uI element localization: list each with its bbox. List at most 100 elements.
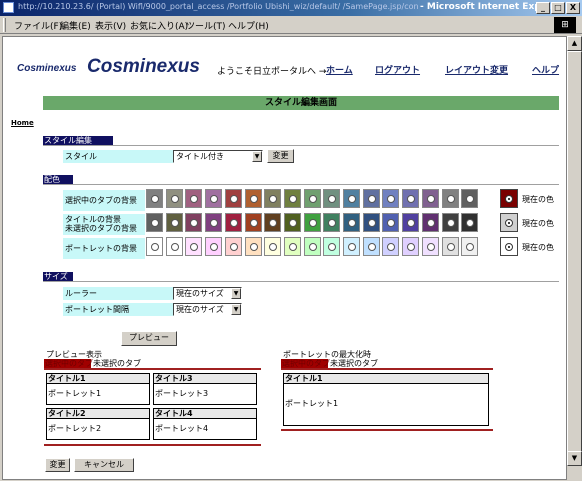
color-swatch[interactable]: [441, 237, 459, 256]
radio-button[interactable]: [229, 243, 238, 251]
radio-button-selected[interactable]: [505, 195, 513, 203]
close-button[interactable]: X: [566, 2, 580, 14]
radio-button[interactable]: [229, 219, 238, 227]
color-swatch[interactable]: [146, 237, 163, 256]
radio-button[interactable]: [288, 219, 297, 227]
radio-button[interactable]: [367, 195, 376, 203]
radio-button[interactable]: [367, 243, 376, 251]
resize-grip[interactable]: [567, 466, 582, 481]
color-swatch[interactable]: [165, 237, 183, 256]
menu-edit[interactable]: 編集(E): [60, 19, 91, 32]
color-swatch[interactable]: [146, 189, 163, 208]
radio-button[interactable]: [210, 195, 219, 203]
radio-button[interactable]: [348, 195, 356, 203]
color-swatch[interactable]: [421, 189, 439, 208]
radio-button[interactable]: [170, 219, 179, 227]
radio-button[interactable]: [288, 195, 297, 203]
radio-button[interactable]: [426, 219, 435, 227]
radio-button[interactable]: [407, 195, 416, 203]
color-swatch[interactable]: [441, 189, 459, 208]
radio-button[interactable]: [328, 243, 337, 251]
color-swatch[interactable]: [362, 237, 380, 256]
color-swatch[interactable]: [323, 237, 341, 256]
color-swatch[interactable]: [264, 237, 282, 256]
radio-button[interactable]: [387, 219, 396, 227]
color-swatch[interactable]: [224, 189, 242, 208]
radio-button[interactable]: [426, 243, 435, 251]
radio-button[interactable]: [466, 195, 475, 203]
color-swatch[interactable]: [205, 237, 223, 256]
radio-button[interactable]: [190, 195, 199, 203]
radio-button[interactable]: [151, 219, 159, 227]
menu-tools[interactable]: ツール(T): [186, 19, 226, 32]
color-swatch[interactable]: [185, 213, 203, 232]
radio-button[interactable]: [446, 195, 455, 203]
radio-button[interactable]: [426, 195, 435, 203]
style-change-button[interactable]: 変更: [267, 149, 294, 163]
menu-help[interactable]: ヘルプ(H): [228, 19, 269, 32]
color-swatch[interactable]: [382, 189, 400, 208]
color-swatch[interactable]: [205, 213, 223, 232]
radio-button[interactable]: [308, 195, 317, 203]
menu-favorites[interactable]: お気に入り(A): [130, 19, 188, 32]
color-swatch[interactable]: [185, 189, 203, 208]
color-swatch[interactable]: [362, 213, 380, 232]
layout-change-link[interactable]: レイアウト変更: [445, 63, 508, 76]
color-swatch[interactable]: [461, 189, 479, 208]
color-swatch[interactable]: [402, 237, 420, 256]
color-swatch[interactable]: [441, 213, 459, 232]
radio-button[interactable]: [190, 243, 199, 251]
color-swatch[interactable]: [283, 237, 301, 256]
color-swatch[interactable]: [283, 189, 301, 208]
color-swatch[interactable]: [303, 237, 321, 256]
radio-button[interactable]: [229, 195, 238, 203]
radio-button[interactable]: [249, 243, 258, 251]
ruler-select[interactable]: 現在のサイズ ▼: [173, 287, 242, 300]
radio-button-selected[interactable]: [505, 219, 513, 227]
color-swatch[interactable]: [421, 237, 439, 256]
radio-button[interactable]: [249, 195, 258, 203]
color-swatch[interactable]: [146, 213, 163, 232]
color-swatch[interactable]: [343, 237, 360, 256]
minimize-button[interactable]: _: [536, 2, 550, 14]
color-swatch[interactable]: [343, 213, 360, 232]
color-swatch[interactable]: [303, 189, 321, 208]
color-swatch[interactable]: [165, 213, 183, 232]
color-swatch[interactable]: [264, 189, 282, 208]
cancel-button[interactable]: キャンセル: [74, 458, 134, 472]
color-swatch[interactable]: [224, 213, 242, 232]
change-button[interactable]: 変更: [45, 458, 70, 472]
radio-button[interactable]: [151, 195, 159, 203]
radio-button[interactable]: [446, 219, 455, 227]
current-color-swatch[interactable]: [500, 237, 518, 256]
radio-button[interactable]: [269, 243, 278, 251]
radio-button[interactable]: [407, 243, 416, 251]
radio-button[interactable]: [328, 219, 337, 227]
radio-button[interactable]: [308, 243, 317, 251]
radio-button[interactable]: [249, 219, 258, 227]
menu-file[interactable]: ファイル(F): [14, 19, 62, 32]
current-color-swatch[interactable]: [500, 189, 518, 208]
radio-button[interactable]: [466, 243, 475, 251]
logout-link[interactable]: ログアウト: [375, 63, 420, 76]
color-swatch[interactable]: [343, 189, 360, 208]
color-swatch[interactable]: [185, 237, 203, 256]
color-swatch[interactable]: [264, 213, 282, 232]
radio-button[interactable]: [151, 243, 159, 251]
radio-button-selected[interactable]: [505, 243, 513, 251]
color-swatch[interactable]: [283, 213, 301, 232]
menu-view[interactable]: 表示(V): [95, 19, 126, 32]
radio-button[interactable]: [367, 219, 376, 227]
radio-button[interactable]: [387, 195, 396, 203]
color-swatch[interactable]: [244, 189, 262, 208]
radio-button[interactable]: [466, 219, 475, 227]
color-swatch[interactable]: [461, 213, 479, 232]
radio-button[interactable]: [407, 219, 416, 227]
color-swatch[interactable]: [224, 237, 242, 256]
color-swatch[interactable]: [362, 189, 380, 208]
color-swatch[interactable]: [382, 237, 400, 256]
color-swatch[interactable]: [421, 213, 439, 232]
radio-button[interactable]: [210, 219, 219, 227]
home-breadcrumb-link[interactable]: Home: [11, 119, 34, 127]
radio-button[interactable]: [348, 243, 356, 251]
